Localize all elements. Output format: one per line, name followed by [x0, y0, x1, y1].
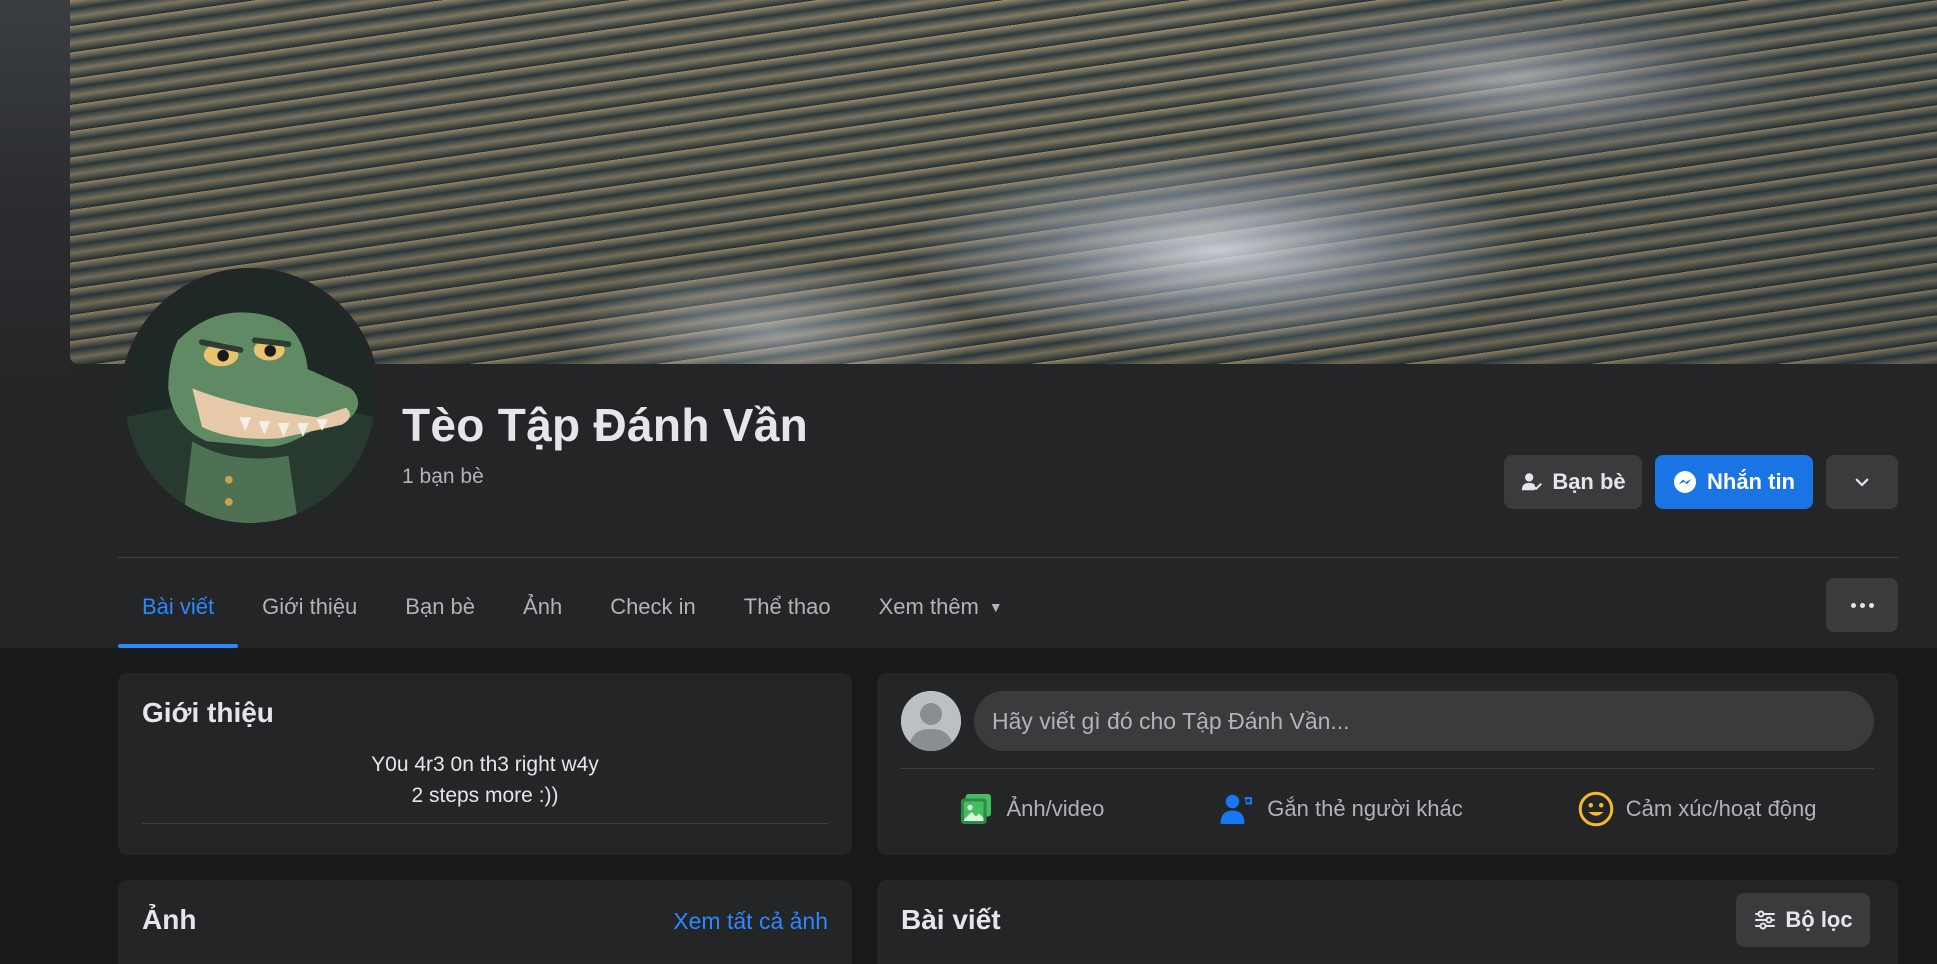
friends-button-label: Bạn bè: [1552, 469, 1626, 494]
caret-down-icon: ▼: [988, 599, 1003, 615]
tab-friends[interactable]: Bạn bè: [381, 566, 499, 648]
bio-line: Y0u 4r3 0n th3 right w4y: [371, 753, 599, 776]
photo-video-icon: [961, 794, 992, 824]
tag-people-button[interactable]: Gắn thẻ người khác: [1203, 783, 1479, 835]
profile-name: Tèo Tập Đánh Vần: [402, 399, 809, 451]
tab-label: Xem thêm: [878, 594, 979, 619]
header-divider: [118, 557, 1898, 558]
messenger-icon: [1674, 471, 1696, 493]
tab-about[interactable]: Giới thiệu: [238, 566, 381, 648]
photo-video-button[interactable]: Ảnh/video: [942, 783, 1120, 835]
bio-line: 2 steps more :)): [411, 784, 559, 807]
chevron-down-icon: [1855, 478, 1869, 487]
intro-title: Giới thiệu: [142, 697, 274, 728]
profile-tabs: Bài viết Giới thiệu Bạn bè Ảnh Check in …: [118, 566, 1027, 648]
composer-avatar[interactable]: [901, 691, 961, 751]
photo-video-label: Ảnh/video: [1006, 796, 1105, 821]
tab-label: Thể thao: [743, 594, 831, 619]
intro-card: Giới thiệu Y0u 4r3 0n th3 right w4y 2 st…: [118, 673, 852, 855]
posts-card: Bài viết Bộ lọc: [877, 880, 1898, 964]
tab-label: Giới thiệu: [262, 594, 358, 619]
post-composer: Hãy viết gì đó cho Tập Đánh Vần... Ảnh/v…: [877, 673, 1898, 855]
message-button[interactable]: Nhắn tin: [1655, 455, 1813, 509]
filter-label: Bộ lọc: [1785, 907, 1853, 932]
tag-people-icon: [1220, 794, 1253, 824]
photos-title: Ảnh: [142, 904, 197, 935]
message-button-label: Nhắn tin: [1707, 469, 1795, 494]
tab-see-more[interactable]: Xem thêm ▼: [855, 566, 1027, 648]
tab-sports[interactable]: Thể thao: [720, 566, 855, 648]
profile-page: Tèo Tập Đánh Vần 1 bạn bè Bạn bè Nhắn ti…: [0, 0, 1937, 964]
tab-more-dots-button[interactable]: [1826, 578, 1898, 632]
left-gutter: [0, 0, 70, 648]
tab-label: Ảnh: [523, 594, 563, 619]
filter-button[interactable]: Bộ lọc: [1736, 893, 1870, 947]
cover-photo[interactable]: [70, 0, 1937, 364]
see-all-photos-link[interactable]: Xem tất cả ảnh: [673, 908, 828, 935]
more-options-button[interactable]: [1826, 455, 1898, 509]
friend-count[interactable]: 1 bạn bè: [402, 465, 484, 489]
tab-checkins[interactable]: Check in: [586, 566, 720, 648]
tab-photos[interactable]: Ảnh: [499, 566, 586, 648]
composer-divider: [901, 768, 1874, 769]
filter-sliders-icon: [1755, 910, 1776, 930]
tab-label: Check in: [610, 594, 696, 619]
tag-people-label: Gắn thẻ người khác: [1267, 796, 1463, 821]
crocodile-avatar-image: [125, 273, 375, 523]
feeling-activity-button[interactable]: Cảm xúc/hoạt động: [1562, 783, 1833, 835]
person-check-icon: [1522, 473, 1542, 491]
posts-title: Bài viết: [901, 904, 1001, 935]
intro-bio: Y0u 4r3 0n th3 right w4y 2 steps more :)…: [118, 749, 852, 811]
smiley-icon: [1578, 791, 1613, 827]
intro-divider: [142, 823, 828, 824]
photos-card: Ảnh Xem tất cả ảnh: [118, 880, 852, 964]
tab-label: Bạn bè: [405, 594, 476, 619]
more-dots-icon: [1850, 602, 1856, 608]
feeling-activity-label: Cảm xúc/hoạt động: [1625, 796, 1817, 821]
tab-label: Bài viết: [142, 594, 215, 619]
profile-avatar[interactable]: [120, 268, 380, 528]
default-user-icon: [901, 691, 961, 751]
composer-input[interactable]: Hãy viết gì đó cho Tập Đánh Vần...: [974, 691, 1874, 751]
composer-actions: Ảnh/video Gắn thẻ người khác Cảm xúc/hoạ…: [901, 777, 1874, 841]
tab-posts[interactable]: Bài viết: [118, 566, 239, 648]
friends-button[interactable]: Bạn bè: [1504, 455, 1642, 509]
